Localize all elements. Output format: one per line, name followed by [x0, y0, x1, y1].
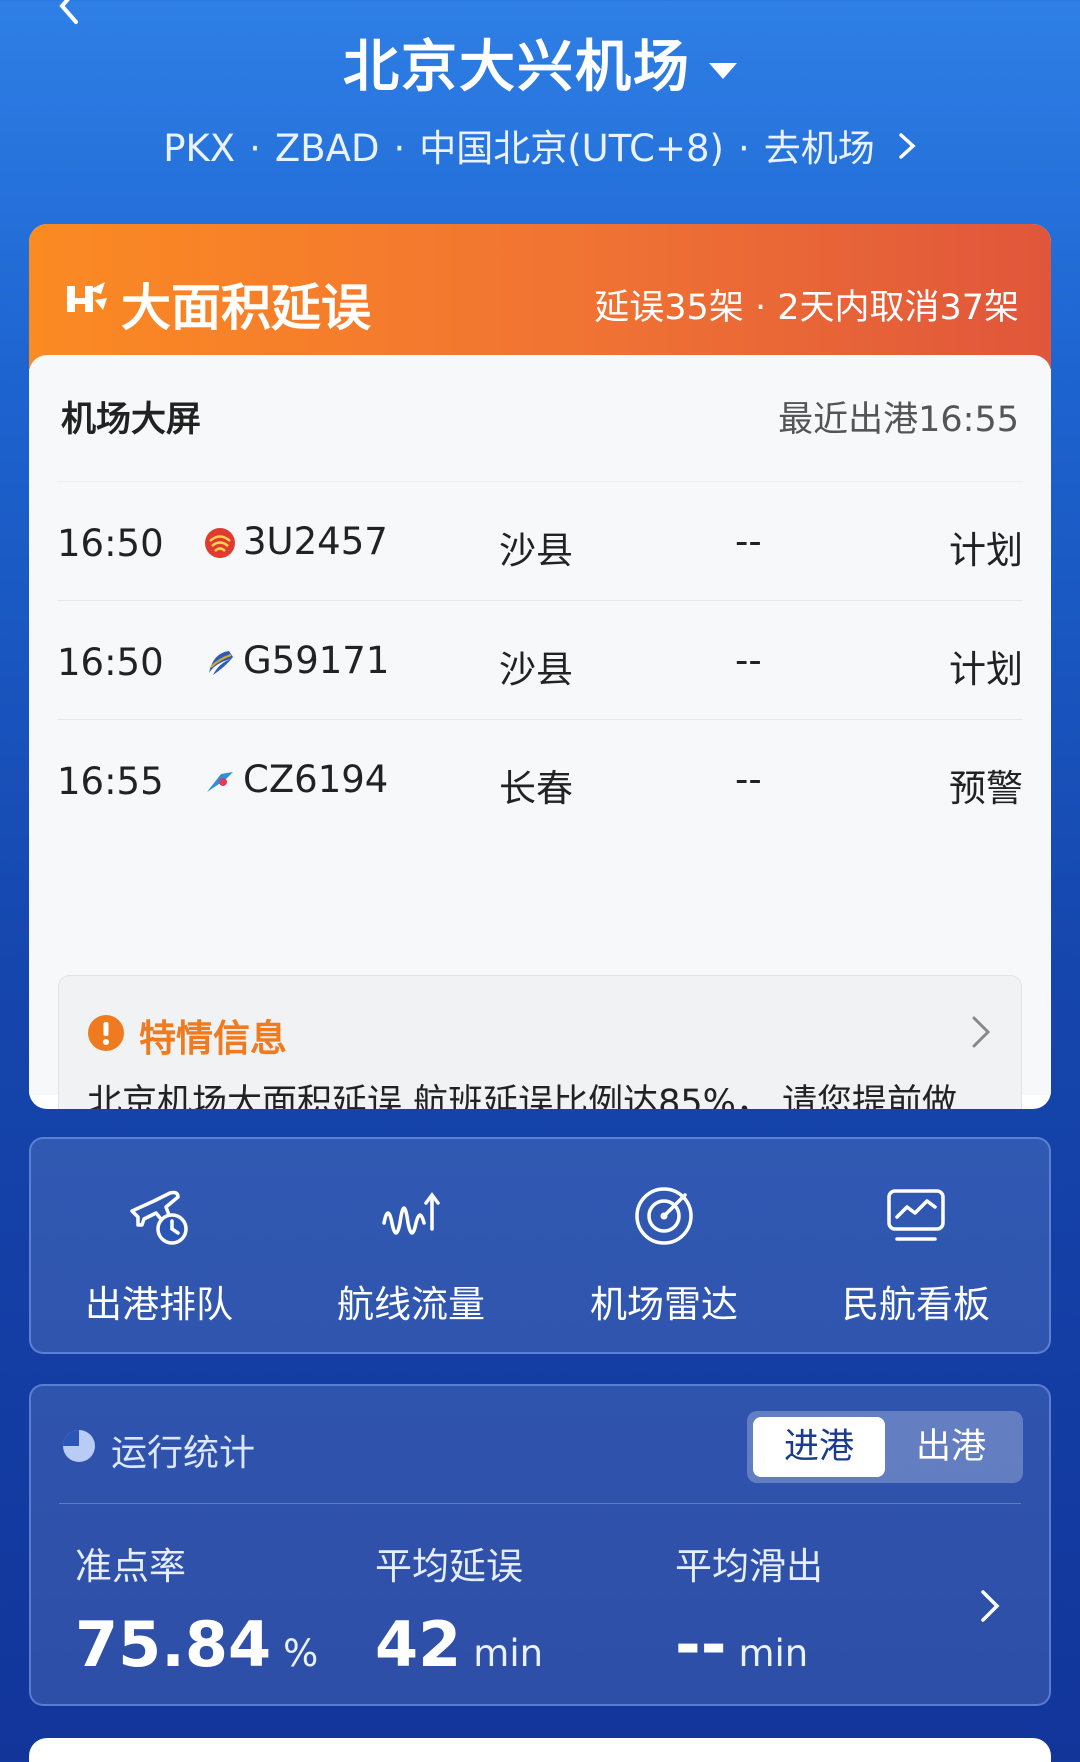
notice-text: 北京机场大面积延误,航班延误比例达85%， 请您提前做好出行准备。	[87, 1083, 958, 1109]
operation-stats-card: 运行统计 进港 出港 准点率 75.84% 平均延误 42 min 平均滑出 --…	[29, 1384, 1051, 1706]
quick-tools-card: 出港排队 航线流量 机场雷达 民航看板	[29, 1137, 1051, 1354]
tool-label: 民航看板	[842, 1283, 990, 1326]
dashboard-icon	[887, 1189, 945, 1241]
stats-title: 运行统计	[111, 1433, 256, 1474]
icao-code: ZBAD	[274, 127, 380, 170]
flight-row[interactable]: 16:55 CZ6194 长春 -- 预警	[57, 719, 1023, 838]
tab-departures[interactable]: 出港	[885, 1417, 1017, 1477]
flight-row[interactable]: 16:50 G59171 沙县 -- 计划	[57, 600, 1023, 719]
separator-dot: ·	[249, 127, 261, 170]
flight-number: CZ6194	[243, 758, 389, 801]
flight-number: 3U2457	[243, 520, 388, 563]
flight-time: 16:50	[57, 641, 164, 684]
tool-label: 出港排队	[85, 1283, 233, 1326]
metric-label: 平均延误	[375, 1545, 523, 1588]
metric-label: 平均滑出	[675, 1545, 823, 1588]
chevron-right-icon[interactable]	[979, 1588, 1001, 1624]
gate-value: --	[735, 758, 762, 801]
metric-average-taxi-out[interactable]: 平均滑出 -- min	[675, 1536, 823, 1681]
airport-location: 中国北京(UTC+8)	[419, 127, 724, 170]
flight-row[interactable]: 16:50 3U2457 沙县 -- 计划	[57, 481, 1023, 600]
exclamation-icon	[88, 1015, 124, 1051]
panel-header[interactable]: 机场大屏 最近出港16:55	[61, 385, 1019, 445]
metric-unit: min	[473, 1632, 544, 1675]
chevron-right-icon	[897, 127, 917, 170]
metric-value: 75.84	[75, 1608, 272, 1681]
panel-title: 机场大屏	[61, 400, 202, 440]
tool-route-flow[interactable]: 航线流量	[286, 1139, 536, 1356]
tab-arrivals[interactable]: 进港	[753, 1417, 885, 1477]
flight-status: 计划	[949, 529, 1023, 572]
pie-chart-icon	[63, 1430, 95, 1462]
route-flow-icon	[382, 1192, 440, 1235]
separator-dot: ·	[393, 127, 406, 170]
greater-bay-airlines-logo-icon	[209, 651, 233, 675]
airport-info-line[interactable]: PKX · ZBAD · 中国北京(UTC+8) · 去机场	[0, 118, 1080, 172]
flight-time: 16:50	[57, 522, 164, 565]
chevron-right-icon	[972, 1016, 991, 1048]
delay-alert-banner[interactable]: 大面积延误 延误35架 · 2天内取消37架	[29, 224, 1051, 369]
airport-name: 北京大兴机场	[343, 35, 691, 100]
go-airport-link[interactable]: 去机场	[764, 127, 875, 170]
tool-departure-queue[interactable]: 出港排队	[34, 1139, 284, 1356]
metric-average-delay[interactable]: 平均延误 42 min	[375, 1536, 543, 1681]
tool-label: 航线流量	[337, 1283, 485, 1326]
sichuan-airlines-logo-icon	[205, 528, 235, 558]
latest-departure: 最近出港16:55	[778, 400, 1019, 440]
destination-city: 长春	[499, 767, 573, 810]
flight-time: 16:55	[57, 760, 164, 803]
metric-unit: %	[283, 1632, 319, 1675]
arrival-departure-toggle[interactable]: 进港 出港	[747, 1411, 1023, 1483]
tool-airport-radar[interactable]: 机场雷达	[539, 1139, 789, 1356]
flight-number: G59171	[243, 639, 390, 682]
iata-code: PKX	[163, 127, 236, 170]
airport-selector[interactable]: 北京大兴机场	[0, 22, 1080, 103]
gate-value: --	[735, 639, 762, 682]
separator-dot: ·	[738, 127, 750, 170]
delay-warning-icon	[67, 282, 107, 312]
next-card-peek	[29, 1738, 1051, 1762]
radar-icon	[635, 1187, 693, 1245]
china-southern-logo-icon	[207, 772, 233, 792]
gate-value: --	[735, 520, 762, 563]
tool-label: 机场雷达	[590, 1283, 738, 1326]
destination-city: 沙县	[499, 529, 573, 572]
airport-status-card: 大面积延误 延误35架 · 2天内取消37架 机场大屏 最近出港16:55 16…	[29, 224, 1051, 1109]
dropdown-caret-icon	[709, 62, 737, 79]
alert-stats: 延误35架 · 2天内取消37架	[594, 288, 1019, 328]
metric-label: 准点率	[75, 1545, 186, 1588]
alert-title: 大面积延误	[121, 279, 371, 337]
metric-value: 42	[375, 1608, 462, 1681]
airport-screen-panel: 机场大屏 最近出港16:55 16:50 3U2457 沙县 -- 计划 16:…	[29, 355, 1051, 1109]
flight-status: 计划	[949, 648, 1023, 691]
flight-list: 16:50 3U2457 沙县 -- 计划 16:50 G59171 沙县 --	[57, 481, 1023, 838]
special-notice-box[interactable]: 特情信息 北京机场大面积延误,航班延误比例达85%， 请您提前做好出行准备。	[58, 975, 1022, 1109]
metric-unit: min	[738, 1632, 809, 1675]
metric-on-time-rate[interactable]: 准点率 75.84%	[75, 1536, 318, 1681]
notice-title: 特情信息	[139, 1017, 287, 1060]
tool-civil-aviation-board[interactable]: 民航看板	[791, 1139, 1041, 1356]
departure-queue-icon	[130, 1190, 188, 1245]
metric-value: --	[675, 1608, 727, 1681]
flight-status: 预警	[949, 767, 1023, 810]
divider	[59, 1503, 1021, 1504]
destination-city: 沙县	[499, 648, 573, 691]
